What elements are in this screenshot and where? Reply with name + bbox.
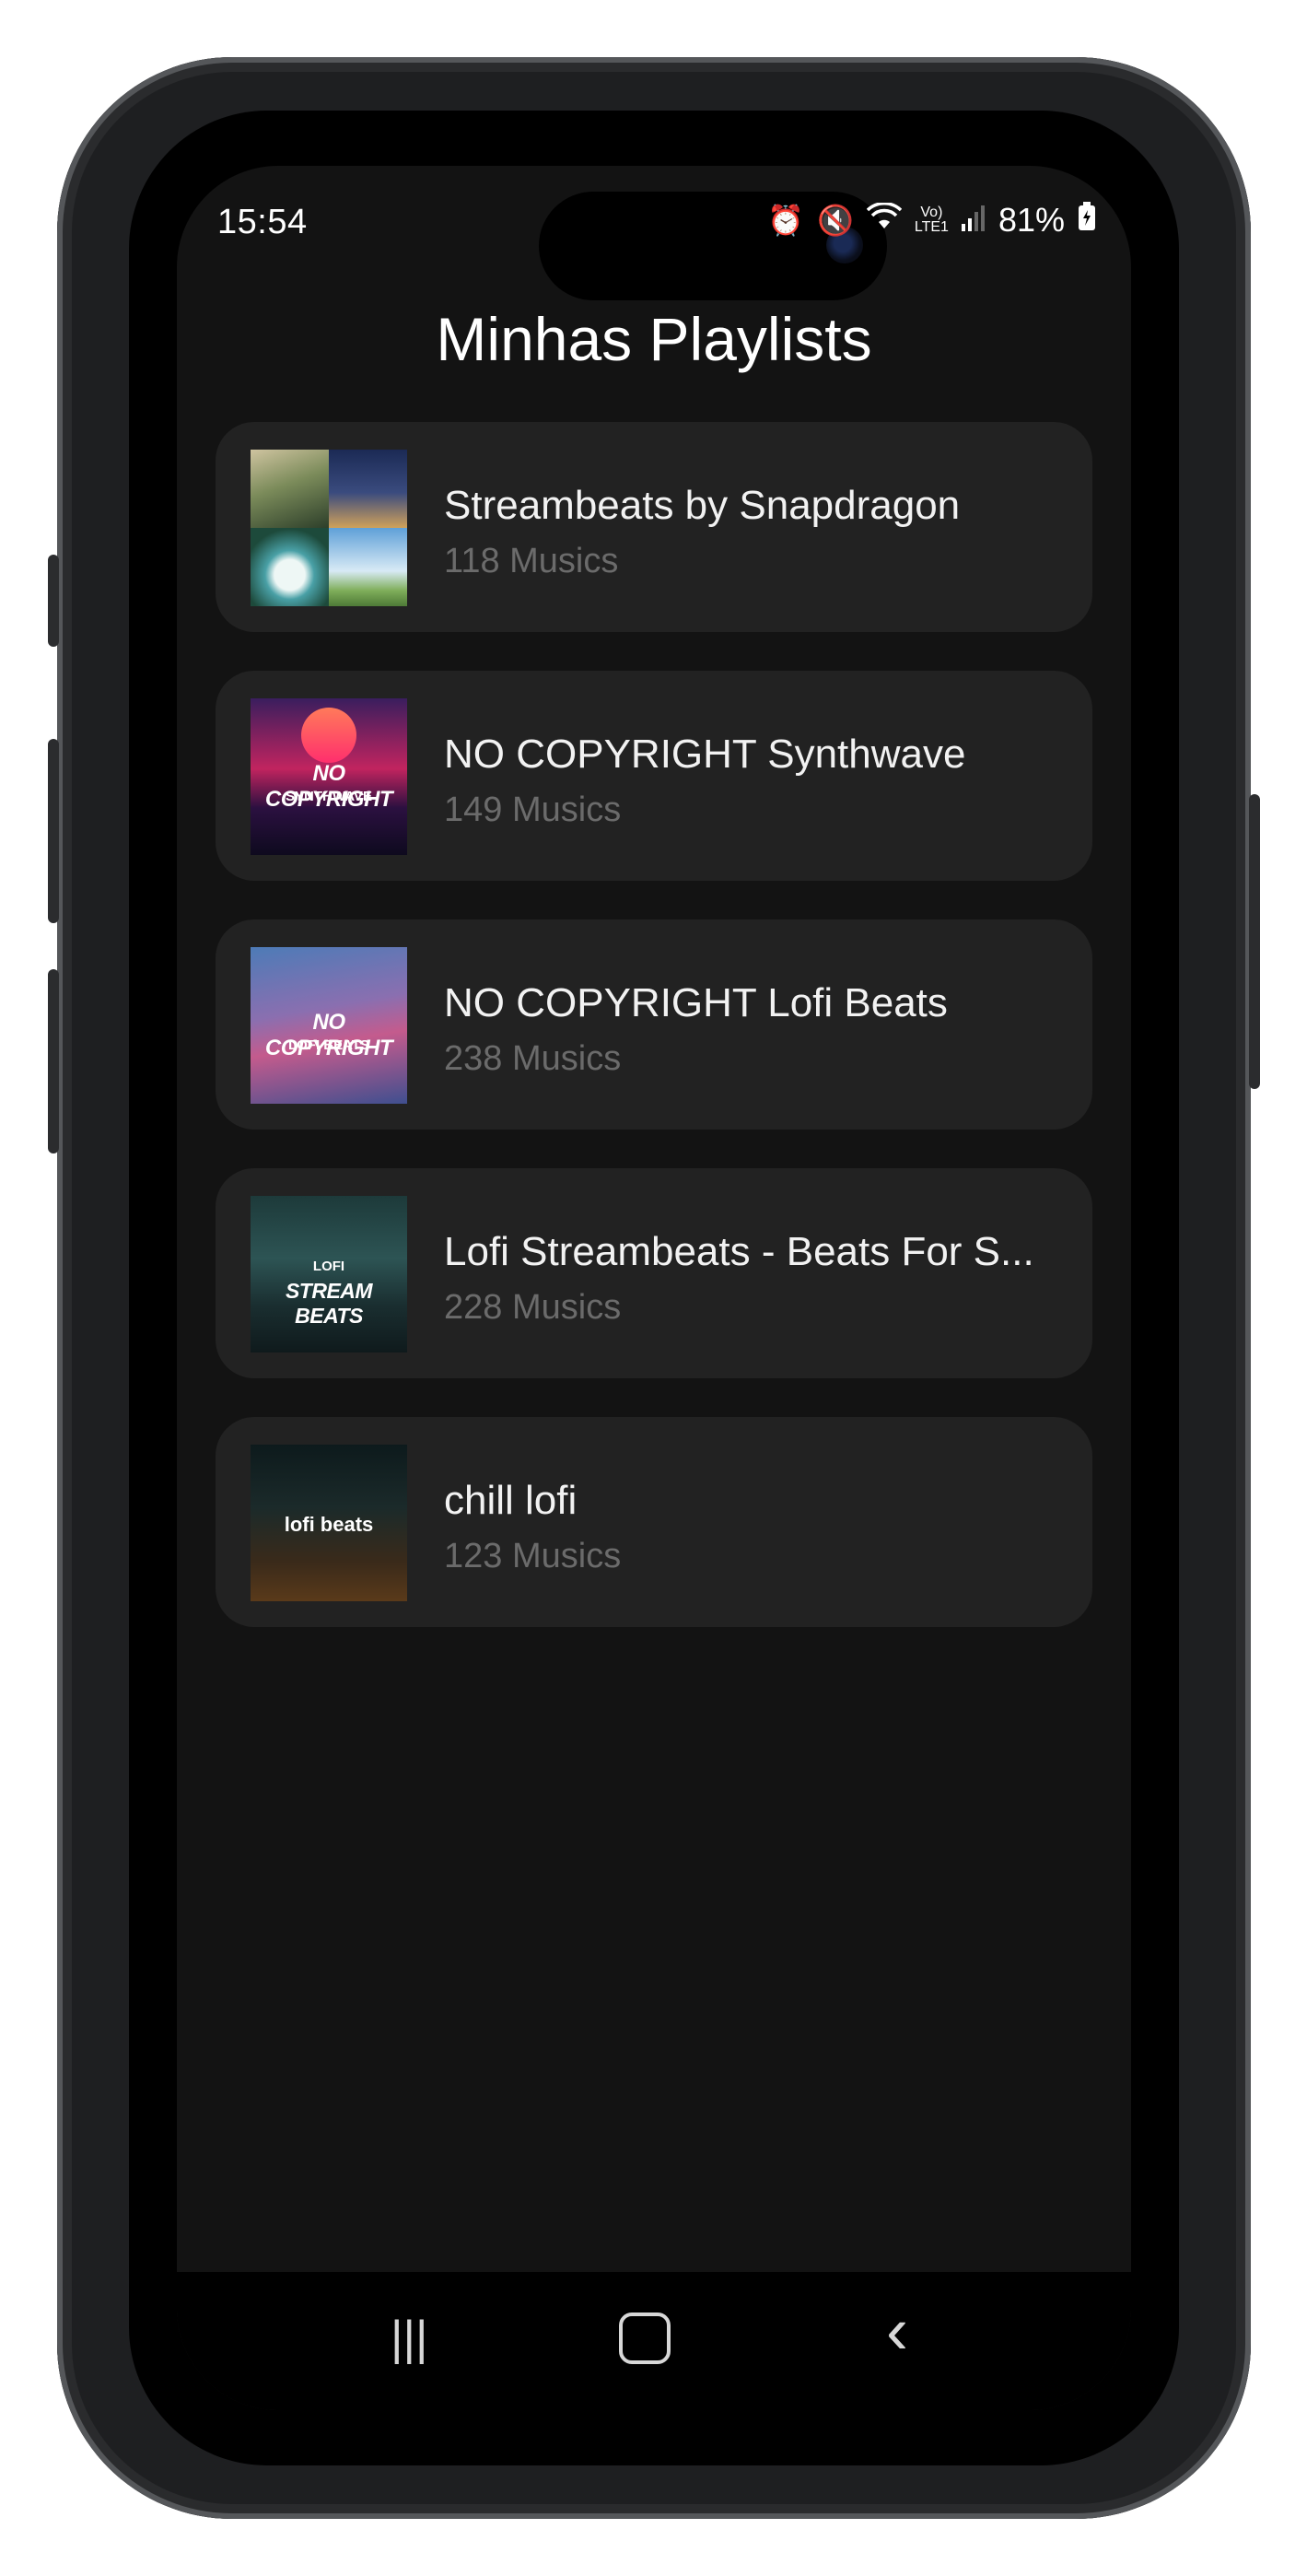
- playlist-count: 238 Musics: [444, 1039, 622, 1078]
- playlist-cover-image: NO COPYRIGHT LOFI BEATS: [251, 947, 407, 1104]
- phone-frame: 15:54 ⏰ 🔇 Vo) LTE1 81% Minhas Playlists …: [48, 57, 1260, 2519]
- navigation-bar: ||| ‹: [177, 2272, 1131, 2410]
- playlist-card[interactable]: lofi beats chill lofi 123 Musics: [216, 1417, 1092, 1627]
- battery-icon: [1078, 201, 1096, 240]
- phone-bezel: 15:54 ⏰ 🔇 Vo) LTE1 81% Minhas Playlists …: [129, 111, 1179, 2465]
- volume-up-button: [48, 739, 59, 923]
- cover-text-main: LOFI: [312, 1259, 345, 1274]
- playlist-name: chill lofi: [444, 1478, 578, 1523]
- cover-text-main: NO COPYRIGHT: [264, 1010, 393, 1060]
- cover-text-sub: LOFI BEATS: [287, 1037, 370, 1053]
- cover-text-main: NO COPYRIGHT: [264, 761, 393, 812]
- app-screen: 15:54 ⏰ 🔇 Vo) LTE1 81% Minhas Playlists …: [177, 166, 1131, 2410]
- playlist-count: 123 Musics: [444, 1537, 622, 1575]
- playlist-card[interactable]: NO COPYRIGHT LOFI BEATS NO COPYRIGHT Lof…: [216, 919, 1092, 1130]
- network-label-bottom: LTE1: [914, 219, 949, 235]
- volume-down-button: [48, 969, 59, 1153]
- playlist-cover-image: lofi beats: [251, 1445, 407, 1601]
- playlist-cover-image: [251, 450, 407, 606]
- page-title: Minhas Playlists: [436, 305, 872, 373]
- playlist-list: Streambeats by Snapdragon 118 Musics NO …: [216, 422, 1092, 1666]
- side-button-action: [48, 555, 59, 647]
- status-bar: 15:54 ⏰ 🔇 Vo) LTE1 81%: [177, 166, 1131, 300]
- playlist-cover-image: NO COPYRIGHT SYNTHWAVE: [251, 698, 407, 855]
- playlist-name: NO COPYRIGHT Lofi Beats: [444, 980, 948, 1025]
- battery-percent: 81%: [998, 201, 1065, 239]
- cover-text-sub: SYNTHWAVE: [286, 789, 372, 804]
- playlist-count: 118 Musics: [444, 542, 619, 580]
- signal-icon: [961, 201, 986, 240]
- playlist-name: Streambeats by Snapdragon: [444, 483, 961, 528]
- status-time: 15:54: [217, 203, 308, 241]
- network-label-top: Vo): [920, 205, 943, 220]
- playlist-card[interactable]: LOFI STREAM BEATS Lofi Streambeats - Bea…: [216, 1168, 1092, 1378]
- cover-sun-shape: [301, 708, 356, 763]
- cover-text-sub: STREAM BEATS: [285, 1279, 373, 1328]
- playlist-name: Lofi Streambeats - Beats For S...: [444, 1229, 1034, 1274]
- playlist-card[interactable]: Streambeats by Snapdragon 118 Musics: [216, 422, 1092, 632]
- playlist-count: 149 Musics: [444, 790, 622, 829]
- playlist-name: NO COPYRIGHT Synthwave: [444, 732, 966, 777]
- mute-icon: 🔇: [817, 204, 854, 237]
- wifi-icon: [866, 202, 903, 238]
- alarm-icon: ⏰: [767, 204, 805, 237]
- recent-apps-icon[interactable]: |||: [391, 2311, 428, 2366]
- status-icons: ⏰ 🔇 Vo) LTE1 81%: [767, 201, 1096, 240]
- playlist-cover-image: LOFI STREAM BEATS: [251, 1196, 407, 1352]
- power-button: [1249, 794, 1260, 1089]
- playlist-count: 228 Musics: [444, 1288, 622, 1327]
- playlist-card[interactable]: NO COPYRIGHT SYNTHWAVE NO COPYRIGHT Synt…: [216, 671, 1092, 881]
- back-icon[interactable]: ‹: [886, 2298, 908, 2364]
- network-type-label: Vo) LTE1: [915, 205, 949, 235]
- cover-text-main: lofi beats: [284, 1513, 374, 1536]
- home-icon[interactable]: [619, 2313, 671, 2364]
